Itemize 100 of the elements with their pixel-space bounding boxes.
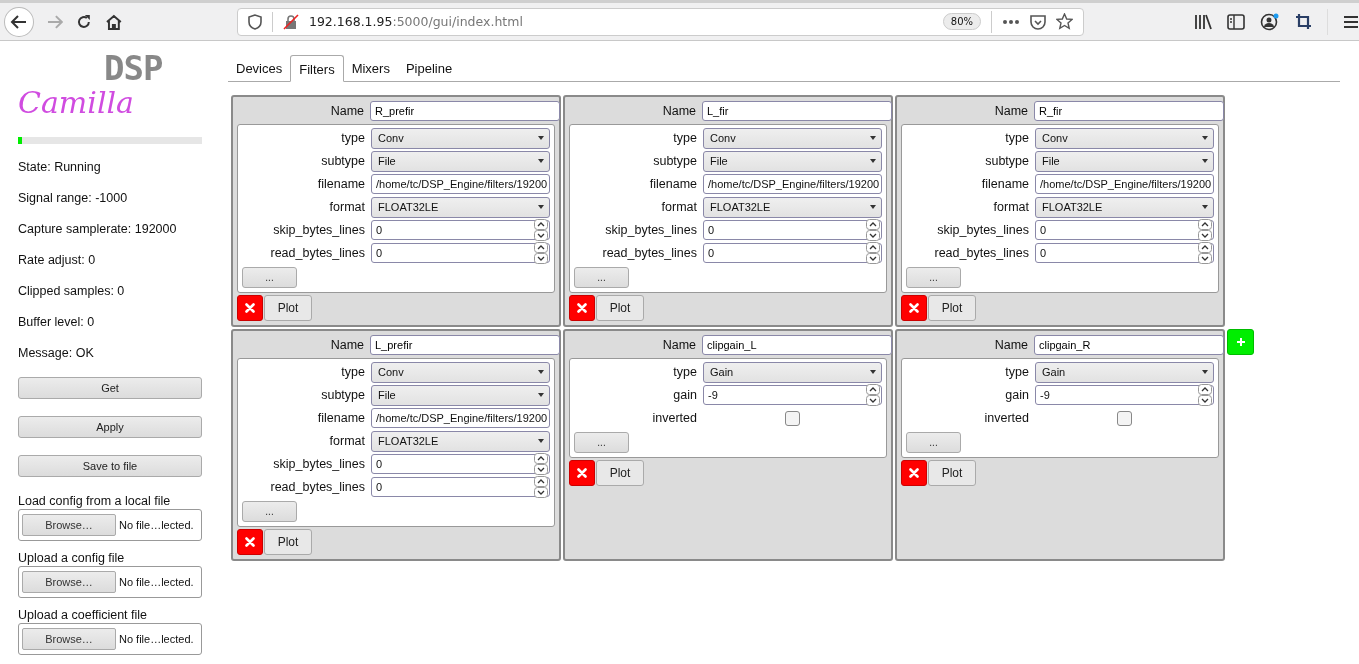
delete-button[interactable] (237, 295, 263, 321)
delete-button[interactable] (569, 295, 595, 321)
more-button[interactable]: ... (574, 432, 629, 453)
account-icon[interactable] (1260, 12, 1280, 31)
text-field[interactable]: /home/tc/DSP_Engine/filters/19200 (371, 408, 550, 428)
caret-icon (538, 205, 544, 209)
dropdown[interactable]: File (1035, 150, 1214, 172)
file-input[interactable]: Browse… No file…lected. (18, 509, 202, 541)
number-field[interactable]: -9 (1035, 385, 1214, 405)
more-button[interactable]: ... (906, 432, 961, 453)
zoom-badge[interactable]: 80% (942, 13, 981, 30)
number-field[interactable]: 0 (1035, 220, 1214, 240)
plot-button[interactable]: Plot (928, 460, 976, 486)
number-field[interactable]: 0 (371, 477, 550, 497)
add-filter-button[interactable] (1227, 329, 1254, 355)
checkbox[interactable] (785, 410, 800, 426)
plot-button[interactable]: Plot (596, 295, 644, 321)
dropdown[interactable]: FLOAT32LE (371, 196, 550, 218)
plot-button[interactable]: Plot (928, 295, 976, 321)
status-text: Buffer level: 0 (18, 315, 96, 330)
delete-button[interactable] (569, 460, 595, 486)
number-field[interactable]: 0 (371, 220, 550, 240)
menu-icon[interactable] (1343, 14, 1359, 29)
name-field[interactable]: clipgain_R (1034, 335, 1224, 355)
text-field[interactable]: /home/tc/DSP_Engine/filters/19200 (371, 174, 550, 194)
browse-button[interactable]: Browse… (22, 514, 116, 536)
dropdown[interactable]: FLOAT32LE (371, 430, 550, 452)
number-field[interactable]: 0 (371, 243, 550, 263)
address-bar[interactable]: 192.168.1.95:5000/gui/index.html 80% (236, 7, 1084, 36)
dropdown[interactable]: Conv (371, 127, 550, 149)
sidebar-icon[interactable] (1227, 13, 1245, 30)
more-button[interactable]: ... (574, 267, 629, 288)
text-field[interactable]: /home/tc/DSP_Engine/filters/19200 (703, 174, 882, 194)
more-button[interactable]: ... (906, 267, 961, 288)
dropdown[interactable]: File (703, 150, 882, 172)
field-label: Name (329, 104, 365, 118)
insecure-lock-icon[interactable] (282, 13, 299, 30)
action-button[interactable]: Apply (18, 416, 202, 438)
dropdown[interactable]: Conv (371, 361, 550, 383)
star-icon[interactable] (1056, 13, 1073, 30)
more-icon[interactable] (1002, 18, 1020, 25)
spinner-icon[interactable] (534, 219, 548, 241)
browse-button[interactable]: Browse… (22, 571, 116, 593)
delete-button[interactable] (901, 295, 927, 321)
name-field[interactable]: L_prefir (370, 335, 560, 355)
checkbox[interactable] (1117, 410, 1132, 426)
number-field[interactable]: -9 (703, 385, 882, 405)
dropdown[interactable]: File (371, 150, 550, 172)
crop-icon[interactable] (1295, 13, 1312, 30)
action-button[interactable]: Save to file (18, 455, 202, 477)
dropdown[interactable]: Gain (703, 361, 882, 383)
field-label: format (660, 200, 698, 214)
plot-button[interactable]: Plot (596, 460, 644, 486)
dropdown[interactable]: Conv (703, 127, 882, 149)
name-field[interactable]: L_fir (702, 101, 892, 121)
spinner-icon[interactable] (866, 384, 880, 406)
plot-button[interactable]: Plot (264, 295, 312, 321)
caret-icon (538, 370, 544, 374)
dropdown[interactable]: FLOAT32LE (703, 196, 882, 218)
name-field[interactable]: R_fir (1034, 101, 1224, 121)
text-field[interactable]: /home/tc/DSP_Engine/filters/19200 (1035, 174, 1214, 194)
plot-button[interactable]: Plot (264, 529, 312, 555)
pocket-icon[interactable] (1030, 13, 1046, 30)
name-field[interactable]: clipgain_L (702, 335, 892, 355)
number-field[interactable]: 0 (371, 454, 550, 474)
dropdown[interactable]: File (371, 384, 550, 406)
number-field[interactable]: 0 (1035, 243, 1214, 263)
more-button[interactable]: ... (242, 267, 297, 288)
spinner-icon[interactable] (1198, 219, 1212, 241)
browse-button[interactable]: Browse… (22, 628, 116, 650)
number-field[interactable]: 0 (703, 243, 882, 263)
spinner-icon[interactable] (534, 453, 548, 475)
delete-button[interactable] (237, 529, 263, 555)
dropdown[interactable]: Gain (1035, 361, 1214, 383)
more-button[interactable]: ... (242, 501, 297, 522)
back-icon[interactable] (4, 6, 34, 37)
delete-button[interactable] (901, 460, 927, 486)
file-input[interactable]: Browse… No file…lected. (18, 566, 202, 598)
action-button[interactable]: Get (18, 377, 202, 399)
field-label: type (340, 365, 366, 379)
spinner-icon[interactable] (1198, 384, 1212, 406)
spinner-icon[interactable] (534, 242, 548, 264)
library-icon[interactable] (1194, 13, 1212, 30)
field-label: filename (316, 177, 366, 191)
name-field[interactable]: R_prefir (370, 101, 560, 121)
tab[interactable]: Devices (228, 55, 291, 82)
spinner-icon[interactable] (866, 242, 880, 264)
tab[interactable]: Filters (290, 55, 344, 82)
file-input[interactable]: Browse… No file…lected. (18, 623, 202, 655)
dropdown[interactable]: FLOAT32LE (1035, 196, 1214, 218)
spinner-icon[interactable] (1198, 242, 1212, 264)
spinner-icon[interactable] (534, 476, 548, 498)
upload-label: Upload a coefficient file (18, 608, 149, 623)
spinner-icon[interactable] (866, 219, 880, 241)
shield-icon[interactable] (247, 13, 262, 30)
home-icon[interactable] (105, 12, 123, 31)
tab[interactable]: Mixers (343, 55, 398, 82)
tab[interactable]: Pipeline (397, 55, 461, 82)
number-field[interactable]: 0 (703, 220, 882, 240)
dropdown[interactable]: Conv (1035, 127, 1214, 149)
